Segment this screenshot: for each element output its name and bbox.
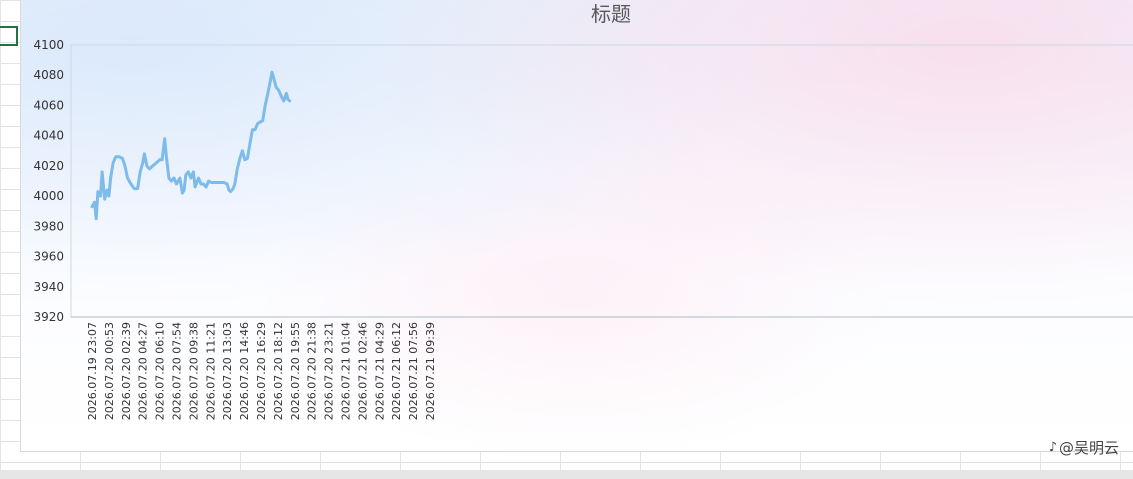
series-line (90, 70, 292, 221)
x-tick-label: 2026.07.20 02:39 (120, 322, 133, 420)
x-tick-label: 2026.07.21 06:12 (390, 322, 403, 420)
douyin-logo-icon: ♪ (1048, 440, 1057, 455)
x-tick-label: 2026.07.20 00:53 (103, 322, 116, 420)
y-tick-label: 4100 (33, 38, 64, 52)
x-tick-label: 2026.07.20 18:12 (272, 322, 285, 420)
chart-title: 标题 (591, 2, 631, 26)
x-tick-label: 2026.07.20 11:21 (204, 322, 217, 420)
x-tick-label: 2026.07.20 09:38 (187, 322, 200, 420)
chart-svg: 标题 3920 3940 3960 3980 4000 4020 4040 4060 4080 4… (33, 2, 1133, 420)
y-tick-label: 4060 (33, 98, 64, 112)
x-tick-label: 2026.07.21 04:29 (373, 322, 386, 420)
x-tick-label: 2026.07.20 06:10 (154, 322, 167, 420)
x-tick-label: 2026.07.20 04:27 (137, 322, 150, 420)
y-tick-label: 4040 (33, 129, 64, 143)
x-tick-label: 2026.07.20 16:29 (255, 322, 268, 420)
series-layer (90, 70, 292, 221)
y-tick-label: 4080 (33, 68, 64, 82)
x-tick-label: 2026.07.21 09:39 (424, 322, 437, 420)
plot-area (70, 44, 1133, 318)
sheet-scroll-bar[interactable] (0, 470, 1133, 479)
watermark: ♪ @吴明云 (1049, 437, 1119, 458)
plot-frame (70, 44, 1133, 318)
x-tick-label: 2026.07.20 13:03 (221, 322, 234, 420)
x-tick-label: 2026.07.20 23:21 (323, 322, 336, 420)
y-tick-label: 3980 (33, 219, 64, 233)
x-tick-label: 2026.07.21 07:56 (407, 322, 420, 420)
x-tick-label: 2026.07.19 23:07 (86, 322, 99, 420)
y-tick-label: 3960 (33, 250, 64, 264)
y-tick-label: 3920 (33, 310, 64, 324)
y-tick-label: 4000 (33, 189, 64, 203)
x-tick-label: 2026.07.20 19:55 (289, 322, 302, 420)
y-tick-label: 3940 (33, 280, 64, 294)
y-tick-label: 4020 (33, 159, 64, 173)
x-tick-label: 2026.07.21 01:04 (340, 322, 353, 420)
chart-area[interactable]: 标题 3920 3940 3960 3980 4000 4020 4040 4060 4080 4… (20, 0, 1133, 452)
watermark-text: @吴明云 (1058, 439, 1119, 457)
x-axis-ticks: 2026.07.19 23:07 2026.07.20 00:53 2026.07.… (86, 322, 437, 420)
x-tick-label: 2026.07.20 14:46 (238, 322, 251, 420)
x-tick-label: 2026.07.20 07:54 (171, 322, 184, 420)
y-axis-ticks: 3920 3940 3960 3980 4000 4020 4040 4060 4080 4100 (33, 38, 64, 324)
x-tick-label: 2026.07.20 21:38 (306, 322, 319, 420)
x-tick-label: 2026.07.21 02:46 (356, 322, 369, 420)
selected-cell-indicator[interactable] (0, 26, 18, 46)
